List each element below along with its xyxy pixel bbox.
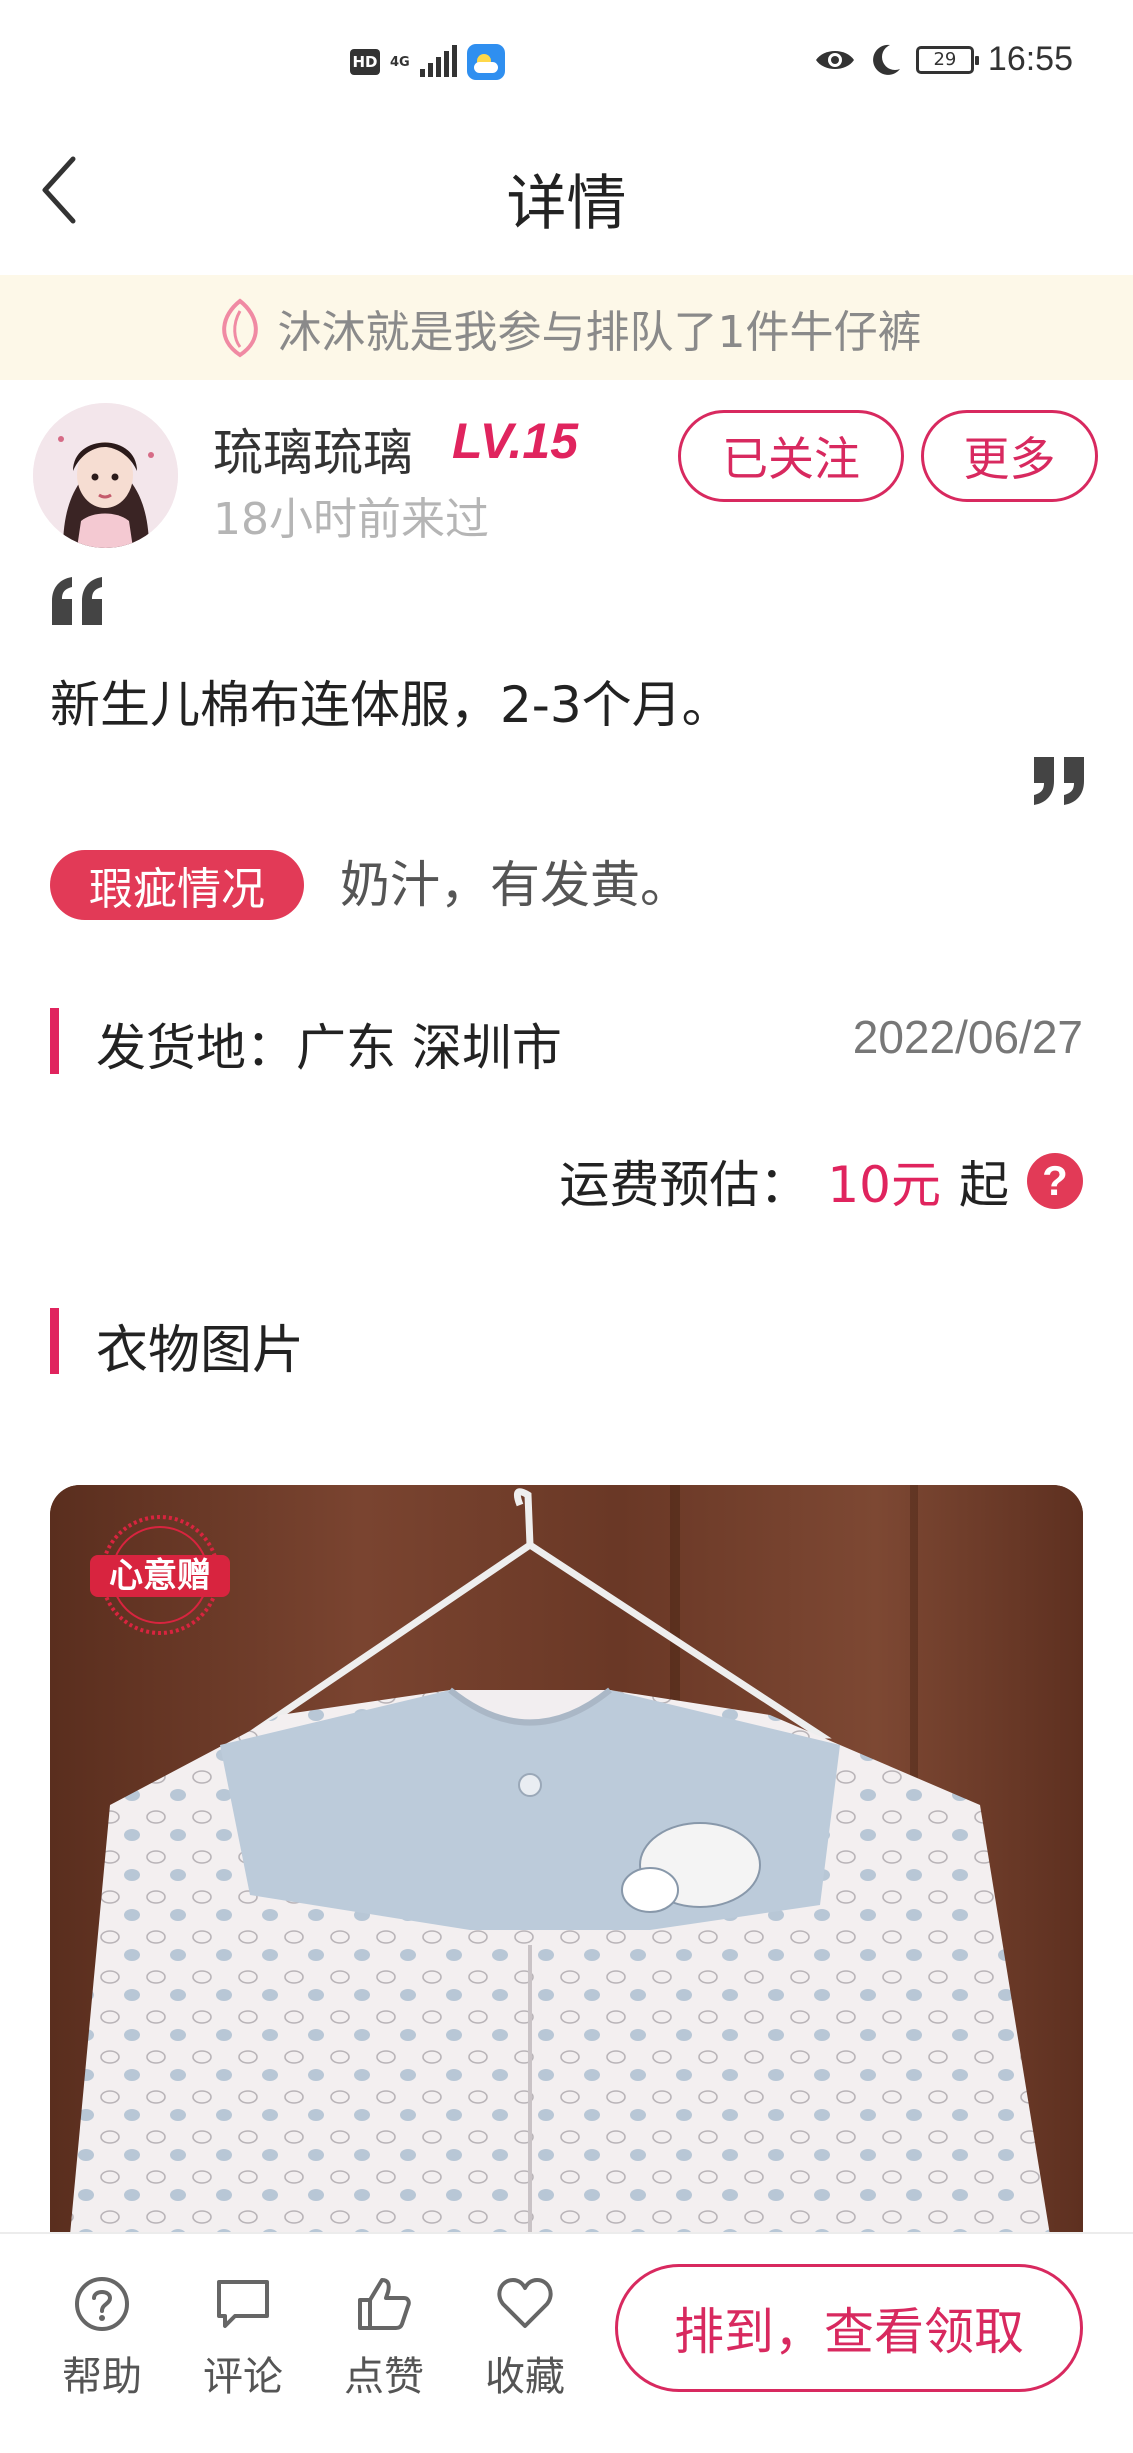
comment-label: 评论 [203, 2354, 283, 2400]
signal-icon [419, 45, 457, 77]
favorite-label: 收藏 [485, 2354, 565, 2400]
petal-icon [221, 297, 258, 357]
ship-from: 发货地：广东 深圳市 [96, 1019, 562, 1077]
fee-label: 运费预估： [559, 1156, 810, 1214]
last-seen: 18小时前来过 [213, 494, 489, 545]
network-label: 4G [390, 54, 410, 70]
more-button[interactable]: 更多 [921, 410, 1098, 502]
status-left: HD 4G [350, 44, 505, 80]
post-date: 2022/06/27 [852, 1011, 1083, 1063]
photos-section-bar [50, 1308, 59, 1374]
shipping-section-bar [50, 1008, 59, 1074]
notice-text: 沐沐就是我参与排队了1件牛仔裤 [277, 306, 922, 358]
bottom-action-bar: 帮助 评论 点赞 收藏 排到，查看领取 [0, 2232, 1133, 2453]
fee-amount: 10元 [827, 1156, 941, 1214]
weather-app-icon [466, 44, 505, 80]
clothing-photo[interactable]: 心意赠 [50, 1485, 1083, 2235]
defect-badge: 瑕疵情况 [50, 850, 304, 920]
shipping-fee-row: 运费预估： 10元 起 ? [559, 1145, 1083, 1217]
photos-title: 衣物图片 [96, 1321, 305, 1381]
battery-icon: 29 [915, 45, 979, 74]
gift-stamp: 心意赠 [90, 1513, 230, 1638]
comment-icon [217, 2280, 269, 2328]
help-icon [75, 2277, 129, 2331]
header: 详情 [0, 120, 1133, 275]
quote-close-icon [1034, 757, 1084, 805]
status-right: 29 16:55 [814, 40, 1073, 79]
help-label: 帮助 [62, 2354, 142, 2400]
item-description: 新生儿棉布连体服，2-3个月。 [50, 676, 732, 734]
page-title: 详情 [506, 169, 627, 239]
defect-text: 奶汁，有发黄。 [340, 856, 690, 914]
gift-stamp-text: 心意赠 [109, 1556, 211, 1596]
avatar-illustration [33, 403, 178, 548]
status-bar: HD 4G 29 16:55 [0, 0, 1133, 120]
like-label: 点赞 [344, 2354, 424, 2400]
username[interactable]: 琉璃琉璃 [213, 413, 413, 485]
quote-open-icon [52, 577, 102, 625]
user-level: LV.15 [452, 413, 579, 469]
status-time: 16:55 [987, 40, 1073, 78]
moon-icon [872, 44, 900, 75]
heart-icon [497, 2278, 553, 2328]
thumbs-up-icon [358, 2278, 411, 2330]
fee-help-icon[interactable]: ? [1027, 1153, 1083, 1209]
comment-tab[interactable]: 评论 [193, 2274, 293, 2402]
claim-button[interactable]: 排到，查看领取 [615, 2264, 1083, 2392]
favorite-tab[interactable]: 收藏 [475, 2274, 575, 2402]
fee-suffix: 起 [959, 1156, 1009, 1214]
follow-button[interactable]: 已关注 [678, 410, 904, 502]
hd-badge: HD [350, 49, 380, 75]
avatar[interactable] [33, 403, 178, 548]
help-tab[interactable]: 帮助 [52, 2274, 152, 2402]
queue-notice-banner: 沐沐就是我参与排队了1件牛仔裤 [0, 275, 1133, 380]
user-row: 琉璃琉璃 LV.15 18小时前来过 已关注 更多 [0, 395, 1133, 555]
like-tab[interactable]: 点赞 [334, 2274, 434, 2402]
eye-icon [815, 50, 854, 69]
